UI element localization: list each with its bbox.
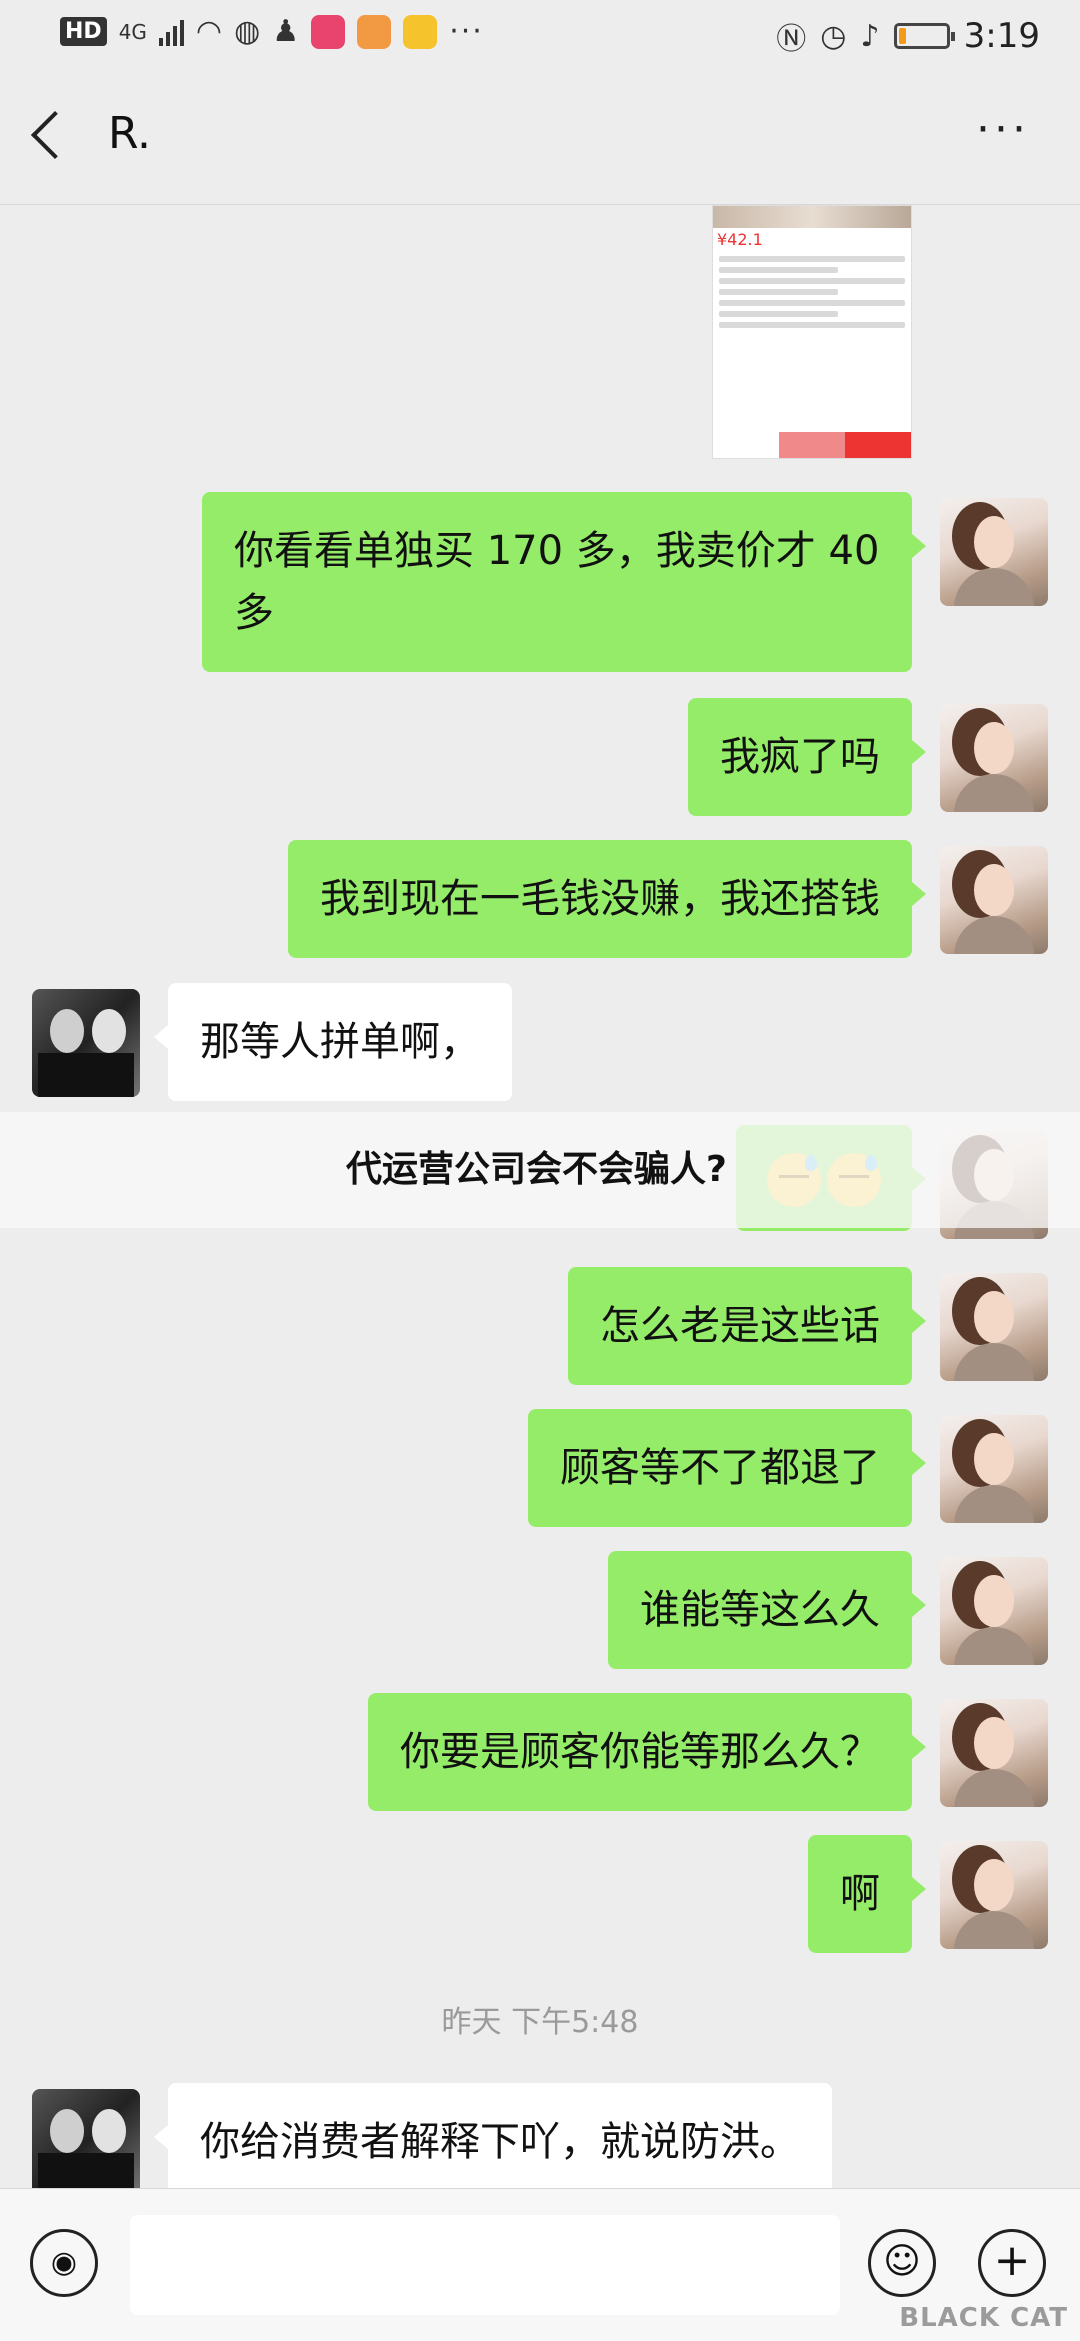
- avatar[interactable]: [940, 704, 1048, 812]
- app-icon-pink: [311, 14, 346, 49]
- emoji-icon[interactable]: ☺: [868, 2229, 936, 2297]
- message-bubble-sent[interactable]: 我疯了吗: [688, 698, 926, 816]
- mail-icon: [403, 14, 438, 49]
- mute-icon: ♪: [860, 18, 880, 54]
- avatar[interactable]: [940, 498, 1048, 606]
- alarm-icon: ◷: [820, 18, 847, 54]
- battery-icon: [893, 23, 955, 49]
- more-notifications-icon: ···: [449, 14, 484, 49]
- message-row: 我到现在一毛钱没赚，我还搭钱: [0, 840, 1080, 958]
- network-type: 4G: [118, 19, 147, 44]
- battery-fill: [898, 28, 906, 44]
- avatar[interactable]: [940, 1699, 1048, 1807]
- more-dots-icon[interactable]: ···: [976, 108, 1030, 152]
- voice-icon[interactable]: ◉: [30, 2229, 98, 2297]
- message-bubble-sent[interactable]: 我到现在一毛钱没赚，我还搭钱: [288, 840, 926, 958]
- app-icon-orange: [357, 14, 392, 49]
- overlay-banner: 代运营公司会不会骗人?: [0, 1112, 1080, 1228]
- chat-title: R.: [108, 108, 151, 159]
- message-bubble-sent[interactable]: 怎么老是这些话: [568, 1267, 926, 1385]
- message-row: 那等人拼单啊，: [0, 983, 1080, 1101]
- input-bar: ◉ ☺ + BLACK CAT: [0, 2188, 1080, 2341]
- message-bubble-sent[interactable]: 谁能等这么久: [608, 1551, 926, 1669]
- message-bubble-sent[interactable]: 顾客等不了都退了: [528, 1409, 926, 1527]
- message-row: 顾客等不了都退了: [0, 1409, 1080, 1527]
- overlay-banner-text: 代运营公司会不会骗人?: [346, 1149, 727, 1190]
- message-row: 我疯了吗: [0, 698, 1080, 816]
- message-row: 你要是顾客你能等那么久？: [0, 1693, 1080, 1811]
- product-photo: [713, 206, 911, 228]
- avatar[interactable]: [940, 1415, 1048, 1523]
- product-price: ¥42.1: [717, 230, 763, 249]
- message-bubble-received[interactable]: 那等人拼单啊，: [154, 983, 512, 1101]
- avatar[interactable]: [32, 2089, 140, 2197]
- product-image-message[interactable]: ¥42.1: [712, 205, 912, 459]
- qq-icon: ♟: [272, 14, 300, 49]
- message-bubble-sent[interactable]: 啊: [808, 1835, 926, 1953]
- nfc-icon: Ⓝ: [776, 22, 807, 57]
- message-timestamp: 昨天 下午5:48: [441, 2005, 639, 2040]
- alarm-app-icon: ◍: [234, 14, 261, 49]
- avatar[interactable]: [940, 1841, 1048, 1949]
- message-row: 啊: [0, 1835, 1080, 1953]
- message-row: ¥42.1: [0, 205, 1080, 465]
- message-row: 怎么老是这些话: [0, 1267, 1080, 1385]
- clock: 3:19: [963, 16, 1040, 56]
- hd-badge: HD: [60, 17, 107, 46]
- wifi-icon: ◠: [195, 14, 223, 49]
- chat-header: R. ···: [0, 72, 1080, 205]
- avatar[interactable]: [940, 1557, 1048, 1665]
- status-left: HD 4G ◠ ◍ ♟ ···: [60, 14, 484, 49]
- chevron-left-icon[interactable]: [30, 110, 80, 160]
- avatar[interactable]: [32, 989, 140, 1097]
- avatar[interactable]: [940, 1273, 1048, 1381]
- watermark: BLACK CAT: [899, 2303, 1068, 2333]
- message-row: 你看看单独买 170 多，我卖价才 40 多: [0, 492, 1080, 672]
- message-row: 谁能等这么久: [0, 1551, 1080, 1669]
- message-bubble-sent[interactable]: 你看看单独买 170 多，我卖价才 40 多: [202, 492, 926, 672]
- status-bar: HD 4G ◠ ◍ ♟ ··· Ⓝ ◷ ♪ 3:19: [0, 0, 1080, 72]
- message-bubble-received[interactable]: 你给消费者解释下吖，就说防洪。: [154, 2083, 832, 2201]
- signal-icon: [158, 18, 184, 46]
- status-right: Ⓝ ◷ ♪ 3:19: [776, 14, 1040, 58]
- avatar[interactable]: [940, 846, 1048, 954]
- message-bubble-sent[interactable]: 你要是顾客你能等那么久？: [368, 1693, 926, 1811]
- message-input[interactable]: [130, 2215, 840, 2315]
- plus-icon[interactable]: +: [978, 2229, 1046, 2297]
